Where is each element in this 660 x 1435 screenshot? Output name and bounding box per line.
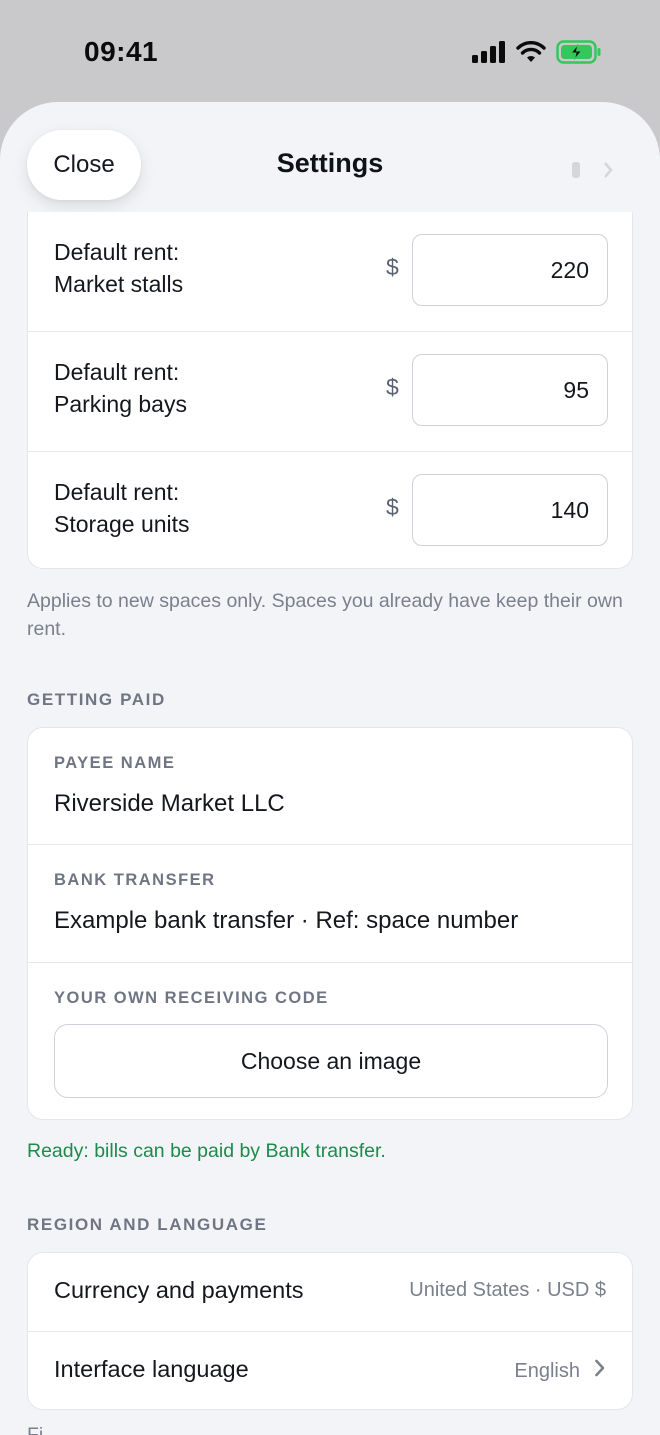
section-label-getting-paid: GETTING PAID [27,690,166,709]
currency-symbol: $ [386,254,399,280]
rent-label: Default rent: Storage units [54,476,354,540]
wifi-icon [516,41,546,68]
language-value-text: English [514,1359,580,1382]
rent-label-line2: Market stalls [54,271,184,297]
cellular-signal-icon [472,41,506,68]
chevron-right-icon [594,1358,606,1384]
rent-label-line2: Parking bays [54,391,187,417]
currency-payments-value: United States · USD $ [409,1279,606,1302]
rent-row-storage-units: Default rent: Storage units $ [28,452,632,568]
bank-transfer-row[interactable]: BANK TRANSFER Example bank transfer · Re… [28,845,632,963]
interface-language-label: Interface language [54,1356,249,1382]
bank-transfer-label: BANK TRANSFER [54,871,216,889]
battery-charging-icon [556,40,602,69]
getting-paid-card: PAYEE NAME Riverside Market LLC BANK TRA… [27,727,633,1120]
rent-label-line1: Default rent: [54,239,180,265]
settings-sheet: Close Settings Default rent: Market stal… [0,102,660,1435]
currency-payments-label: Currency and payments [54,1277,304,1303]
storage-units-rent-input[interactable] [412,474,608,546]
region-language-card: Currency and payments United States · US… [27,1252,633,1410]
region-helper-text: Fi [27,1424,44,1435]
choose-image-button[interactable]: Choose an image [54,1024,608,1098]
faded-chevron-icon [602,160,614,185]
rent-label-line1: Default rent: [54,359,180,385]
sheet-header: Close Settings [0,102,660,212]
rent-label-line2: Storage units [54,511,190,537]
rent-label: Default rent: Market stalls [54,236,354,300]
rent-helper-text: Applies to new spaces only. Spaces you a… [27,590,623,640]
payment-ready-status: Ready: bills can be paid by Bank transfe… [27,1140,386,1162]
receiving-code-row: YOUR OWN RECEIVING CODE Choose an image [28,963,632,1119]
payee-name-row[interactable]: PAYEE NAME Riverside Market LLC [28,728,632,845]
currency-symbol: $ [386,494,399,520]
header-faded-controls [570,160,614,185]
rent-row-parking-bays: Default rent: Parking bays $ [28,332,632,452]
status-bar: 09:41 [0,0,660,104]
section-label-region: REGION AND LANGUAGE [27,1215,268,1234]
currency-symbol: $ [386,374,399,400]
market-stalls-rent-input[interactable] [412,234,608,306]
faded-dot-icon [570,160,582,185]
receiving-code-label: YOUR OWN RECEIVING CODE [54,989,329,1007]
page-title: Settings [276,148,384,178]
interface-language-row[interactable]: Interface language English [28,1332,632,1409]
currency-payments-row[interactable]: Currency and payments United States · US… [28,1253,632,1332]
status-icons [472,40,602,69]
payee-name-label: PAYEE NAME [54,754,176,772]
interface-language-value: English [514,1358,606,1384]
payee-name-value: Riverside Market LLC [54,790,285,817]
rent-row-market-stalls: Default rent: Market stalls $ [28,212,632,332]
parking-bays-rent-input[interactable] [412,354,608,426]
rent-label-line1: Default rent: [54,479,180,505]
rent-label: Default rent: Parking bays [54,356,354,420]
default-rent-card: Default rent: Market stalls $ Default re… [27,212,633,569]
bank-transfer-value: Example bank transfer · Ref: space numbe… [54,907,519,934]
status-time: 09:41 [84,36,159,67]
currency-value-text: United States · USD $ [409,1279,606,1301]
